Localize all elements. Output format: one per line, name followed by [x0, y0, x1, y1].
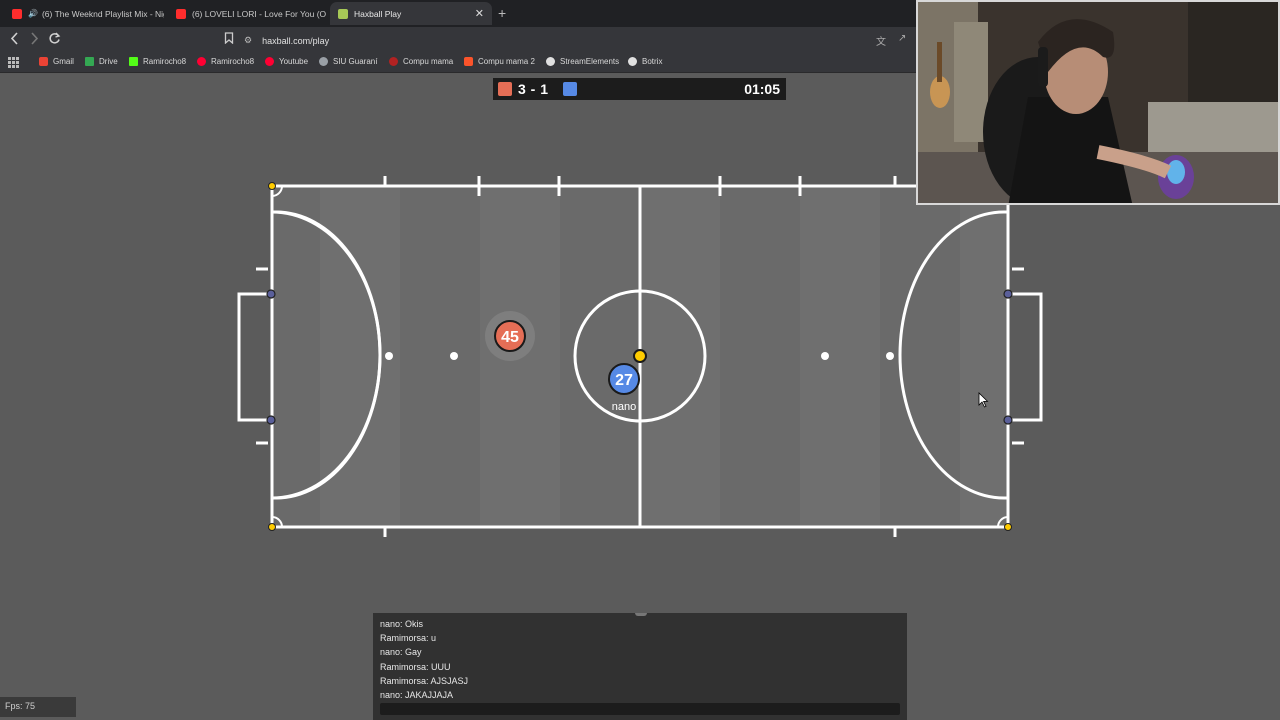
red-icon — [389, 57, 398, 66]
score: 3 - 1 — [518, 81, 549, 97]
tab-weeknd-playlist[interactable]: 🔊 (6) The Weeknd Playlist Mix - Nig — [4, 2, 164, 25]
back-arrow-icon[interactable] — [9, 32, 20, 49]
blue-player-disc: 27 nano — [608, 363, 640, 413]
botrix-icon — [628, 57, 637, 66]
speaker-icon[interactable]: 🔊 — [28, 9, 38, 18]
brave-icon — [464, 57, 473, 66]
left-goal — [237, 292, 271, 422]
chat-message: Ramimorsa: u — [380, 633, 437, 644]
haxball-favicon-icon — [338, 8, 348, 19]
tab-loveli-lori[interactable]: (6) LOVELI LORI - Love For You (Offic — [168, 2, 326, 25]
reload-icon[interactable] — [48, 32, 61, 49]
chat-message: Ramimorsa: AJSJASJ — [380, 675, 469, 686]
chat-resize-handle[interactable] — [635, 613, 647, 616]
bookmark-siu-guarani[interactable]: SIU Guaraní — [319, 57, 377, 66]
site-settings-icon[interactable]: ⚙ — [244, 35, 252, 46]
chat-message: nano: Okis — [380, 619, 424, 629]
close-tab-icon[interactable]: ✕ — [475, 7, 484, 20]
youtube-icon — [265, 57, 274, 66]
right-goal — [1009, 292, 1043, 422]
webcam-overlay — [916, 0, 1280, 205]
tab-title: Haxball Play — [354, 8, 402, 19]
blue-player-number: 27 — [615, 372, 633, 389]
siu-icon — [319, 57, 328, 66]
chat-message: Ramimorsa: UUU — [380, 661, 451, 672]
chat-input[interactable] — [380, 703, 900, 715]
chat-log: nano: Okis Ramimorsa: u nano: Gay Ramimo… — [380, 617, 900, 702]
bookmark-compu-mama[interactable]: Compu mama — [389, 57, 453, 66]
chat-message: nano: JAKAJJAJA — [380, 689, 454, 700]
address-url: haxball.com/play — [262, 35, 330, 46]
red-player-number: 45 — [501, 329, 519, 346]
fps-counter: Fps: 75 — [0, 697, 76, 717]
streamelements-icon — [546, 57, 555, 66]
gmail-icon — [39, 57, 48, 66]
youtube-favicon-icon — [176, 8, 186, 19]
tab-title: (6) The Weeknd Playlist Mix - Nig — [41, 8, 164, 19]
bookmark-compu-mama-2[interactable]: Compu mama 2 — [464, 57, 535, 66]
blue-player-name: nano — [612, 401, 636, 413]
kick-icon — [129, 57, 138, 66]
share-icon[interactable]: ↗ — [898, 33, 906, 44]
blue-team-icon — [563, 82, 577, 96]
new-tab-button[interactable]: + — [498, 5, 506, 21]
bookmark-kick[interactable]: Ramirocho8 — [129, 57, 186, 66]
ball — [633, 349, 647, 363]
youtube-favicon-icon — [12, 8, 22, 19]
bookmark-streamelements[interactable]: StreamElements — [546, 57, 619, 66]
chat-message: nano: Gay — [380, 647, 422, 658]
webcam-image — [918, 2, 1278, 203]
apps-grid-icon[interactable] — [8, 57, 19, 68]
match-timer: 01:05 — [744, 81, 780, 97]
bookmark-drive[interactable]: Drive — [85, 57, 118, 66]
drive-icon — [85, 57, 94, 66]
translate-icon[interactable]: 文 — [876, 33, 886, 48]
tab-haxball-play[interactable]: Haxball Play ✕ — [330, 2, 492, 25]
red-team-icon — [498, 82, 512, 96]
bookmark-botrix[interactable]: Botrix — [628, 57, 662, 66]
scoreboard: 3 - 1 01:05 — [493, 78, 786, 100]
bookmark-gmail[interactable]: Gmail — [39, 57, 74, 66]
bookmark-youtube[interactable]: Youtube — [265, 57, 308, 66]
red-player-disc: 45 — [485, 311, 535, 361]
youtube-icon — [197, 57, 206, 66]
bookmark-star-icon[interactable] — [224, 32, 234, 47]
forward-arrow-icon[interactable] — [29, 32, 40, 49]
tab-title: (6) LOVELI LORI - Love For You (Offic — [192, 8, 326, 19]
address-bar[interactable]: ⚙ haxball.com/play — [244, 31, 916, 50]
bookmark-youtube-channel[interactable]: Ramirocho8 — [197, 57, 254, 66]
chat-panel: nano: Okis Ramimorsa: u nano: Gay Ramimo… — [373, 613, 907, 720]
